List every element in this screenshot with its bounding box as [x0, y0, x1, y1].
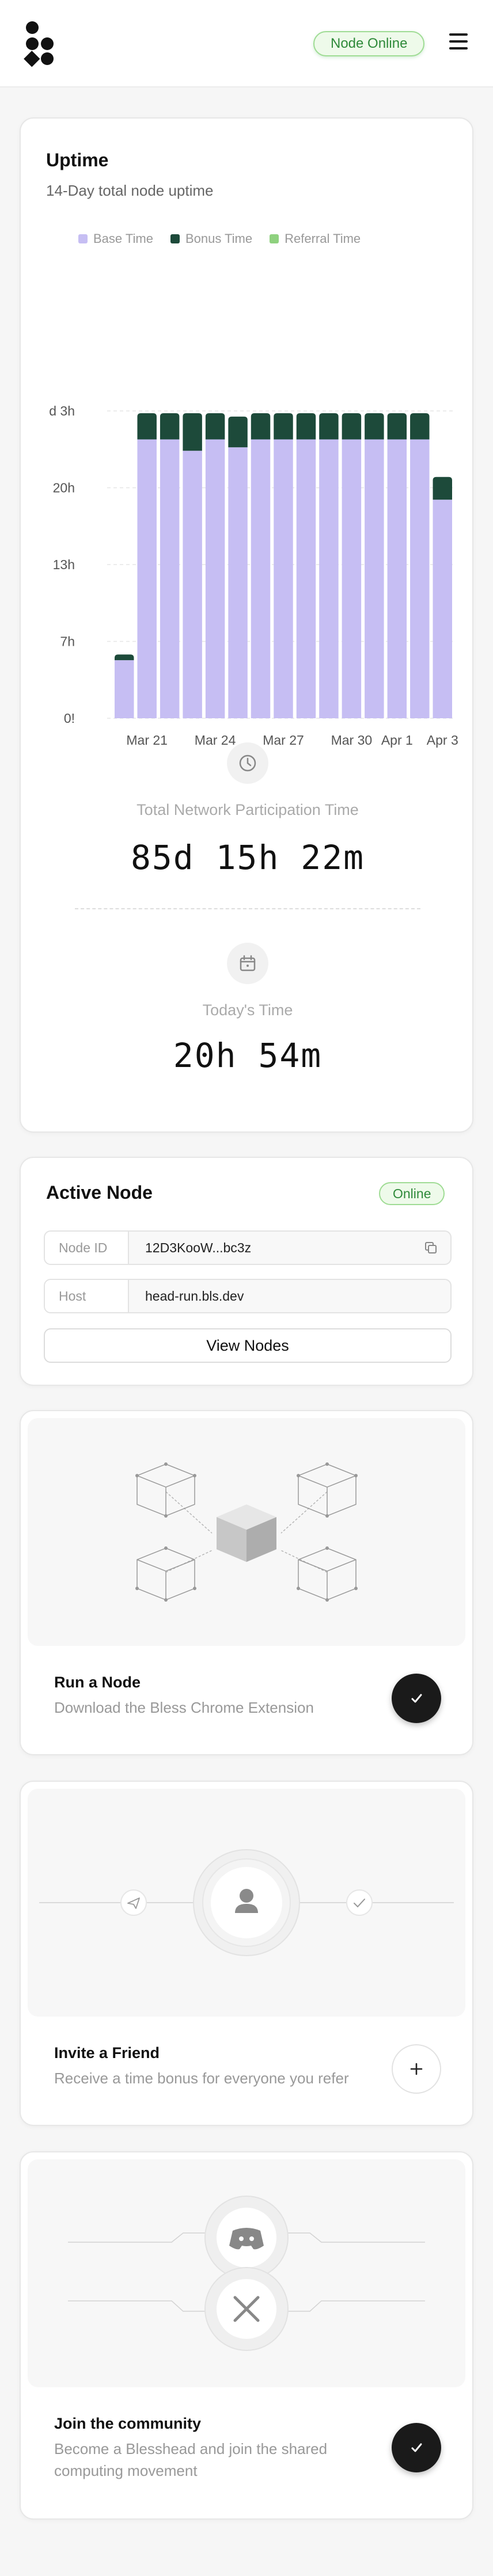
bar-segment: [183, 451, 202, 718]
legend-swatch-bonus: [170, 234, 180, 243]
total-participation-value: 85d 15h 22m: [130, 838, 365, 877]
bar-segment: [160, 413, 180, 440]
bar-segment: [342, 439, 362, 718]
chart-legend: Base Time Bonus Time Referral Time: [78, 231, 361, 246]
node-id-value: 12D3KooW...bc3z: [145, 1240, 252, 1255]
task-subtitle-run-node: Download the Bless Chrome Extension: [54, 1699, 314, 1716]
bar-segment: [160, 439, 180, 718]
run-node-complete-button[interactable]: [392, 1674, 441, 1723]
bless-logo[interactable]: [23, 21, 55, 67]
bar-segment: [387, 439, 407, 718]
y-tick-label: 20h: [53, 481, 75, 496]
today-time-value: 20h 54m: [173, 1036, 323, 1075]
community-illustration: [28, 2159, 465, 2387]
bar-segment: [433, 477, 452, 500]
top-header: Node Online: [0, 0, 493, 87]
task-card-run-node: Run a Node Download the Bless Chrome Ext…: [20, 1410, 473, 1755]
bar-segment: [115, 654, 134, 661]
check-icon: [411, 1694, 422, 1703]
bar-segment: [296, 413, 316, 440]
bar-segment: [296, 439, 316, 718]
bar-segment: [183, 413, 202, 451]
bar-segment: [228, 416, 248, 448]
view-nodes-button[interactable]: View Nodes: [44, 1328, 452, 1363]
uptime-bar-chart: 0! 7h 13h 20h d 3h Mar 21 Mar 24 Mar 27 Mar 30 Ap…: [49, 403, 458, 748]
bar-segment: [365, 439, 384, 718]
invite-graphic: [39, 1849, 454, 1956]
bar-segment: [342, 413, 362, 440]
bar-segment: [205, 413, 225, 440]
uptime-card: Uptime 14-Day total node uptime Base Tim…: [20, 117, 473, 1133]
x-tick-label: Mar 21: [126, 733, 168, 748]
bar-segment: [319, 413, 339, 440]
node-status-badge: Node Online: [313, 31, 425, 56]
today-time-label: Today's Time: [202, 1001, 293, 1019]
y-tick-label: d 3h: [49, 403, 75, 418]
legend-label-bonus: Bonus Time: [185, 231, 253, 246]
bar-segment: [365, 413, 384, 440]
y-tick-label: 7h: [60, 634, 75, 649]
host-value: head-run.bls.dev: [145, 1289, 244, 1304]
bar-segment: [410, 413, 430, 440]
task-title-invite: Invite a Friend: [54, 2044, 160, 2061]
y-tick-label: 0!: [64, 711, 75, 726]
task-card-community: Join the community Become a Blesshead an…: [20, 2151, 473, 2520]
bar-segment: [251, 413, 271, 440]
bar-segment: [433, 500, 452, 718]
active-node-title: Active Node: [46, 1182, 153, 1203]
host-field: Host head-run.bls.dev: [44, 1279, 452, 1313]
bar-segment: [319, 439, 339, 718]
bar-segment: [274, 439, 293, 718]
legend-label-base: Base Time: [93, 231, 153, 246]
legend-item-bonus: Bonus Time: [170, 231, 252, 246]
node-id-label: Node ID: [45, 1232, 129, 1264]
run-node-illustration: [28, 1418, 465, 1646]
uptime-subtitle: 14-Day total node uptime: [46, 182, 214, 199]
node-id-field: Node ID 12D3KooW...bc3z: [44, 1230, 452, 1265]
hamburger-menu-icon[interactable]: [449, 33, 468, 49]
task-subtitle-invite: Receive a time bonus for everyone you re…: [54, 2070, 349, 2087]
bar-segment: [228, 447, 248, 718]
bar-segment: [251, 439, 271, 718]
bar-segment: [387, 413, 407, 440]
legend-label-referral: Referral Time: [285, 231, 361, 246]
task-title-community: Join the community: [54, 2415, 202, 2432]
task-subtitle-community: Become a Blesshead and join the shared c…: [54, 2440, 328, 2479]
x-tick-label: Apr 3: [427, 733, 458, 748]
plus-icon: [410, 2063, 423, 2075]
uptime-title: Uptime: [46, 150, 109, 170]
legend-swatch-referral: [270, 234, 279, 243]
cubes-graphic: [135, 1462, 358, 1602]
legend-item-referral: Referral Time: [270, 231, 361, 246]
node-online-badge: Online: [379, 1182, 445, 1205]
x-tick-label: Mar 24: [195, 733, 236, 748]
total-participation-label: Total Network Participation Time: [136, 801, 359, 818]
y-tick-label: 13h: [53, 557, 75, 572]
community-complete-button[interactable]: [392, 2423, 441, 2472]
host-label: Host: [45, 1280, 129, 1312]
community-graphic: [68, 2196, 425, 2351]
clock-icon: [227, 742, 268, 784]
bar-segment: [115, 660, 134, 718]
invite-friend-add-button[interactable]: [392, 2044, 441, 2094]
legend-swatch-base: [78, 234, 88, 243]
legend-item-base: Base Time: [78, 231, 153, 246]
bar-segment: [137, 413, 157, 440]
bar-segment: [410, 439, 430, 718]
x-tick-label: Mar 27: [263, 733, 304, 748]
task-title-run-node: Run a Node: [54, 1674, 141, 1691]
section-divider: [75, 908, 420, 909]
invite-illustration: [28, 1789, 465, 2017]
x-tick-label: Mar 30: [331, 733, 373, 748]
x-tick-label: Apr 1: [381, 733, 413, 748]
active-node-card: Active Node Online Node ID 12D3KooW...bc…: [20, 1157, 473, 1386]
bar-segment: [205, 439, 225, 718]
bar-segment: [137, 439, 157, 718]
task-card-invite-friend: Invite a Friend Receive a time bonus for…: [20, 1781, 473, 2126]
copy-icon[interactable]: [424, 1241, 438, 1255]
bar-segment: [274, 413, 293, 440]
calendar-icon: [227, 943, 268, 984]
check-icon: [411, 2443, 422, 2452]
